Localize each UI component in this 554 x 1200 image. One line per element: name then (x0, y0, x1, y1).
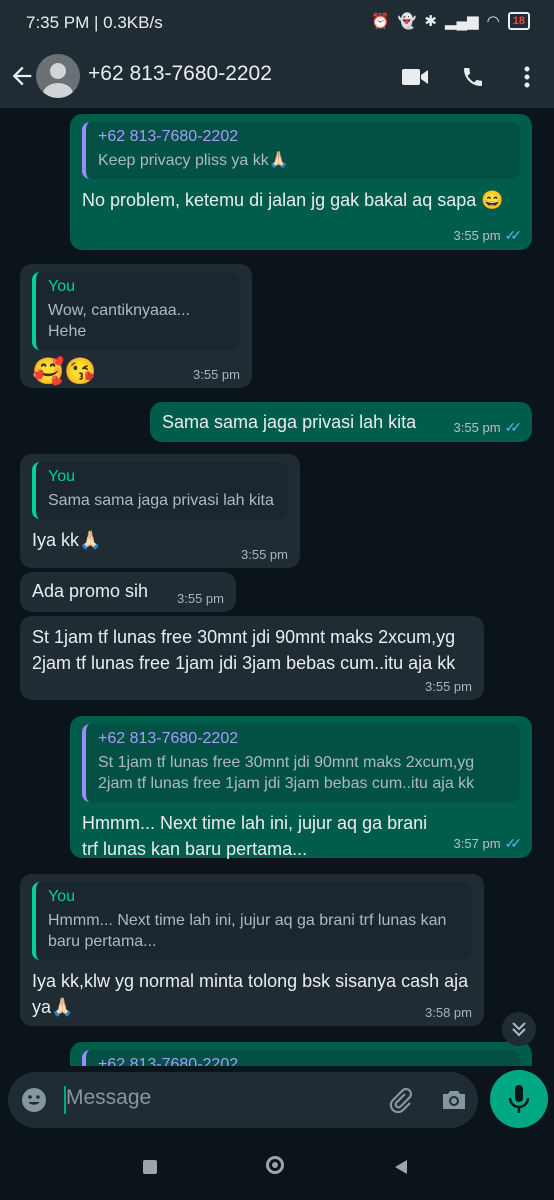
phone-icon[interactable] (458, 62, 488, 92)
chat-header: +62 813-7680-2202 (0, 48, 554, 108)
back-arrow-icon[interactable] (8, 62, 36, 90)
mic-icon (508, 1085, 530, 1113)
message-time: 3:55 pm (453, 228, 501, 243)
quote-text: St 1jam tf lunas free 30mnt jdi 90mnt ma… (98, 754, 475, 792)
quote-text: Keep privacy pliss ya kk🙏🏻 (98, 152, 289, 169)
message-meta: 3:58 pm (425, 1005, 472, 1020)
message-meta: 3:55 pm (241, 547, 288, 562)
message-time: 3:55 pm (425, 679, 472, 694)
mic-button[interactable] (490, 1070, 548, 1128)
message-bubble-incoming[interactable]: You Hmmm... Next time lah ini, jujur aq … (20, 874, 484, 1026)
message-time: 3:55 pm (177, 591, 224, 606)
message-text: No problem, ketemu di jalan jg gak bakal… (82, 190, 504, 210)
quote-text: Sama sama jaga privasi lah kita (48, 492, 274, 509)
alarm-icon: ⏰ (371, 13, 390, 30)
chat-area[interactable]: +62 813-7680-2202 Keep privacy pliss ya … (0, 108, 554, 1066)
message-time: 3:55 pm (241, 547, 288, 562)
message-meta: 3:55 pm ✓✓ (453, 419, 523, 436)
message-time: 3:58 pm (425, 1005, 472, 1020)
message-bubble-incoming[interactable]: St 1jam tf lunas free 30mnt jdi 90mnt ma… (20, 616, 484, 700)
quote-author: You (48, 468, 75, 485)
avatar[interactable] (36, 54, 80, 98)
read-receipt-icon: ✓✓ (504, 419, 523, 435)
quoted-message[interactable]: You Sama sama jaga privasi lah kita (32, 462, 288, 519)
message-bubble-outgoing[interactable]: +62 813-7680-2202 (70, 1042, 532, 1066)
system-nav-bar (0, 1136, 554, 1200)
read-receipt-icon: ✓✓ (504, 835, 523, 851)
read-receipt-icon: ✓✓ (504, 227, 523, 243)
quote-author: +62 813-7680-2202 (98, 730, 239, 747)
video-call-icon[interactable] (400, 62, 430, 92)
message-meta: 3:55 pm (177, 591, 224, 606)
emoji-icon[interactable] (20, 1086, 48, 1119)
camera-icon[interactable] (440, 1086, 468, 1119)
recents-icon[interactable] (143, 1160, 157, 1174)
quoted-message[interactable]: +62 813-7680-2202 St 1jam tf lunas free … (82, 724, 520, 802)
paperclip-icon[interactable] (386, 1086, 414, 1119)
message-meta: 3:57 pm ✓✓ (453, 835, 523, 852)
message-composer: Message (8, 1072, 478, 1128)
signal-icon: ▂▄▆ (444, 13, 479, 30)
message-meta: 3:55 pm (193, 367, 240, 382)
quote-author: You (48, 888, 75, 905)
more-vert-icon[interactable] (512, 62, 542, 92)
quoted-message[interactable]: +62 813-7680-2202 Keep privacy pliss ya … (82, 122, 520, 179)
message-meta: 3:55 pm ✓✓ (453, 227, 523, 244)
quote-author: +62 813-7680-2202 (98, 1056, 239, 1066)
message-text: Iya kk,klw yg normal minta tolong bsk si… (32, 971, 469, 1017)
quoted-message[interactable]: You Hmmm... Next time lah ini, jujur aq … (32, 882, 472, 960)
home-icon[interactable] (266, 1156, 284, 1174)
status-time: 7:35 PM | 0.3KB/s (26, 13, 163, 32)
quote-text: Hmmm... Next time lah ini, jujur aq ga b… (48, 912, 447, 950)
message-bubble-outgoing[interactable]: +62 813-7680-2202 Keep privacy pliss ya … (70, 114, 532, 250)
ghost-icon: 👻 (397, 13, 417, 30)
wifi-icon: ◠ (486, 13, 500, 30)
message-input[interactable]: Message (66, 1086, 151, 1110)
message-text: St 1jam tf lunas free 30mnt jdi 90mnt ma… (32, 627, 456, 673)
bluetooth-icon: ✱ (424, 13, 437, 30)
message-bubble-outgoing[interactable]: +62 813-7680-2202 St 1jam tf lunas free … (70, 716, 532, 859)
quoted-message[interactable]: You Wow, cantiknyaaa... Hehe (32, 272, 240, 350)
message-time: 3:57 pm (453, 836, 501, 851)
message-bubble-incoming[interactable]: You Sama sama jaga privasi lah kita Iya … (20, 454, 300, 568)
double-chevron-down-icon[interactable] (502, 1012, 536, 1046)
message-meta: 3:55 pm (425, 679, 472, 694)
message-bubble-incoming[interactable]: You Wow, cantiknyaaa... Hehe 🥰😘 3:55 pm (20, 264, 252, 388)
quote-author: You (48, 278, 75, 295)
message-bubble-outgoing[interactable]: Sama sama jaga privasi lah kita 3:55 pm … (150, 402, 532, 442)
message-time: 3:55 pm (193, 367, 240, 382)
status-bar: 7:35 PM | 0.3KB/s ⏰ 👻 ✱ ▂▄▆ ◠ 18 (0, 0, 554, 48)
message-bubble-incoming[interactable]: Ada promo sih 3:55 pm (20, 572, 236, 612)
contact-name[interactable]: +62 813-7680-2202 (88, 62, 272, 86)
quote-author: +62 813-7680-2202 (98, 128, 239, 145)
quoted-message[interactable]: +62 813-7680-2202 (82, 1050, 520, 1066)
battery-icon: 18 (507, 12, 530, 30)
status-icons: ⏰ 👻 ✱ ▂▄▆ ◠ 18 (371, 12, 530, 30)
quote-text: Wow, cantiknyaaa... Hehe (48, 302, 190, 340)
back-nav-icon[interactable] (394, 1159, 408, 1175)
message-time: 3:55 pm (453, 420, 501, 435)
